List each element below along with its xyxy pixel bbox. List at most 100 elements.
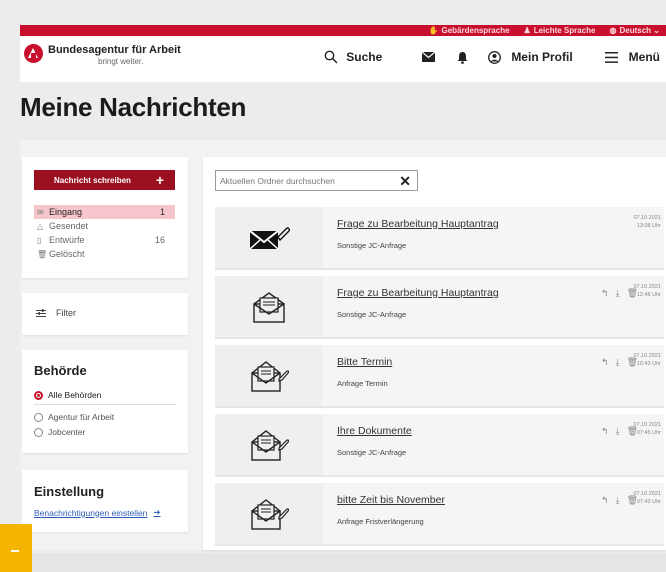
envelope-draft-icon [251,498,289,530]
folder-sent[interactable]: △ Gesendet [34,219,175,233]
envelope-open-icon [253,291,285,323]
mail-icon [422,52,436,62]
search-button[interactable]: Suche [324,50,382,64]
page-title: Meine Nachrichten [20,92,247,122]
folder-search-input[interactable]: Aktuellen Ordner durchsuchen ✕ [215,170,418,191]
radio-jobcenter[interactable]: Jobcenter [34,427,85,437]
notification-settings-link[interactable]: Benachrichtigungen einstellen ➔ [34,507,161,518]
messages-panel: Aktuellen Ordner durchsuchen ✕ Frage zu … [203,157,666,550]
folder-count: 1 [159,207,165,217]
message-date: 07.10.2021 10:43 Uhr [633,353,661,368]
notifications-button[interactable] [457,51,468,64]
message-row[interactable]: Frage zu Bearbeitung Hauptantrag Sonstig… [215,207,664,270]
message-row[interactable]: Ihre Dokumente Sonstige JC-Anfrage ↰ ⤓ 🗑 0… [215,414,664,477]
message-row[interactable]: Frage zu Bearbeitung Hauptantrag Sonstig… [215,276,664,339]
message-date: 07.10.2021 13:08 Uhr [633,215,661,230]
header-nav: Suche Mein Profil Menü [324,50,666,64]
reply-icon[interactable]: ↰ [601,495,609,506]
message-subject[interactable]: Ihre Dokumente [337,425,412,437]
message-date: 07.10.2021 12:48 Uhr [633,284,661,299]
search-label: Suche [346,50,383,64]
write-message-button[interactable]: Nachricht schreiben + [34,170,175,190]
folder-list: ✉ Eingang 1 △ Gesendet ▯ Entwürfe 16 🗑 G… [34,205,175,261]
message-row[interactable]: Bitte Termin Anfrage Termin ↰ ⤓ 🗑 07.10.20… [215,345,664,408]
time-text: 07:45 Uhr [636,429,661,436]
message-thumbnail [215,414,323,475]
download-icon[interactable]: ⤓ [616,426,620,437]
feedback-tab[interactable] [0,524,32,572]
arrow-right-icon: ➔ [153,507,161,517]
draft-icon: ▯ [37,235,42,245]
message-date: 07.10.2021 07:45 Uhr [633,422,661,437]
folder-label: Eingang [49,207,83,217]
time-text: 13:08 Uhr [636,222,661,229]
radio-unchecked-icon [34,412,43,422]
message-row[interactable]: bitte Zeit bis November Anfrage Fristver… [215,483,664,546]
chevron-down-icon: ⌄ [653,26,660,35]
settings-title: Einstellung [34,484,105,499]
brand-name[interactable]: Bundesagentur für Arbeit [48,44,181,56]
profile-label: Mein Profil [511,50,573,64]
message-actions: ↰ ⤓ 🗑 [601,426,638,437]
folder-deleted[interactable]: 🗑 Gelöscht [34,247,175,261]
easy-language-link[interactable]: ♟ Leichte Sprache [524,26,596,35]
message-thumbnail [215,276,323,337]
message-subject[interactable]: bitte Zeit bis November [337,494,445,506]
envelope-unread-icon [249,226,290,250]
utility-bar: ✋ Gebärdensprache ♟ Leichte Sprache ◍ Deuts… [20,25,666,36]
date-text: 07.10.2021 [633,491,661,497]
reply-icon[interactable]: ↰ [601,426,609,437]
date-text: 07.10.2021 [633,215,661,221]
radio-label: Agentur für Arbeit [48,412,115,422]
time-text: 07:43 Uhr [636,498,661,505]
radio-unchecked-icon [34,427,43,437]
message-thumbnail [215,207,323,268]
radio-all-authorities[interactable]: Alle Behörden [34,390,101,400]
download-icon[interactable]: ⤓ [616,288,620,299]
folder-inbox[interactable]: ✉ Eingang 1 [34,205,175,219]
language-label: Deutsch [619,26,652,35]
filter-card[interactable]: Filter [22,293,188,335]
radio-checked-icon [34,390,43,400]
authority-card: Behörde Alle Behörden Agentur für Arbeit… [22,350,188,453]
hand-icon: ✋ [428,26,439,35]
globe-icon: ◍ [609,26,617,35]
bottom-band [0,553,666,572]
person-icon: ♟ [523,26,531,35]
sign-language-label: Gebärdensprache [441,26,510,35]
search-icon [324,50,338,64]
language-select[interactable]: ◍ Deutsch ⌄ [610,26,660,35]
settings-card: Einstellung Benachrichtigungen einstelle… [22,470,188,532]
date-text: 07.10.2021 [633,353,661,359]
profile-button[interactable]: Mein Profil [488,50,573,64]
message-subject[interactable]: Frage zu Bearbeitung Hauptantrag [337,287,499,299]
folder-label: Entwürfe [49,235,85,245]
date-text: 07.10.2021 [633,422,661,428]
menu-button[interactable]: Menü [604,50,660,64]
filter-button[interactable]: Filter [36,308,76,318]
trash-icon: 🗑 [37,249,48,259]
menu-label: Menü [628,50,660,64]
plus-icon: + [155,172,164,188]
message-subject[interactable]: Bitte Termin [337,356,392,368]
close-icon[interactable]: ✕ [399,173,411,190]
folder-drafts[interactable]: ▯ Entwürfe 16 [34,233,175,247]
bell-icon [457,51,468,64]
content-area: Nachricht schreiben + ✉ Eingang 1 △ Gese… [20,140,666,550]
message-subject[interactable]: Frage zu Bearbeitung Hauptantrag [337,218,499,230]
download-icon[interactable]: ⤓ [616,357,620,368]
radio-agentur[interactable]: Agentur für Arbeit [34,412,114,422]
search-placeholder: Aktuellen Ordner durchsuchen [220,175,335,186]
messages-button[interactable] [422,52,436,62]
reply-icon[interactable]: ↰ [601,288,609,299]
reply-icon[interactable]: ↰ [601,357,609,368]
inbox-icon: ✉ [37,207,44,217]
logo-icon[interactable] [24,44,43,63]
utility-links: ✋ Gebärdensprache ♟ Leichte Sprache ◍ Deuts… [429,25,660,36]
message-thumbnail [215,345,323,406]
sign-language-link[interactable]: ✋ Gebärdensprache [429,26,510,35]
message-category: Anfrage Fristverlängerung [337,517,424,526]
user-icon [488,50,502,64]
notification-settings-label: Benachrichtigungen einstellen [34,507,148,518]
download-icon[interactable]: ⤓ [616,495,620,506]
